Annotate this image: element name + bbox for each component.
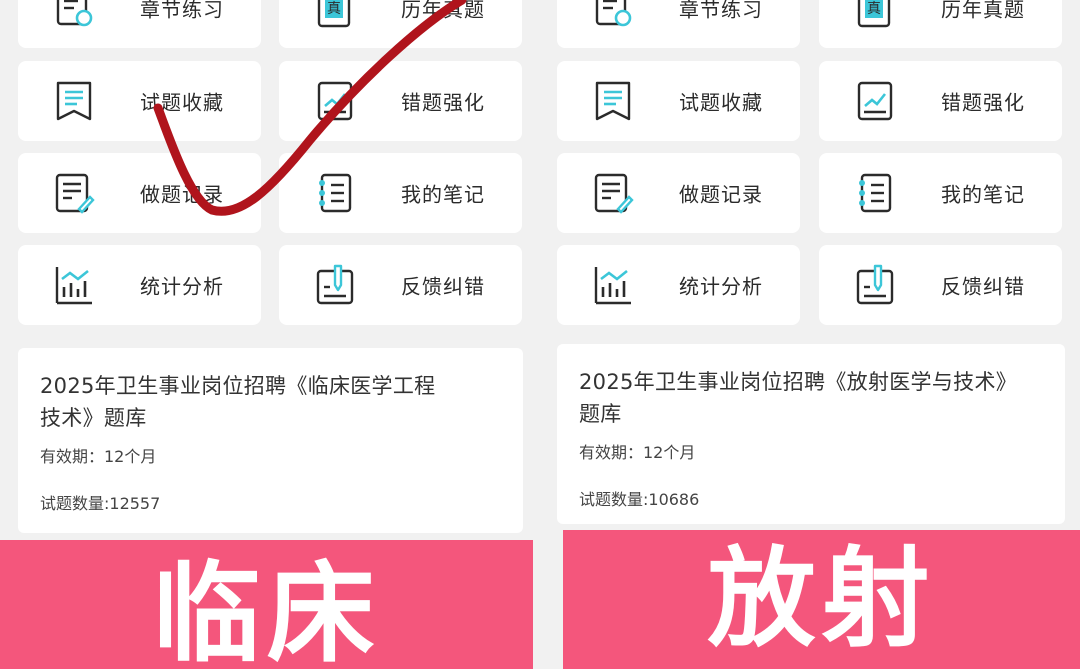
statistics-icon	[55, 267, 92, 305]
tile-mistakes[interactable]: 错题强化	[279, 61, 522, 141]
question-count: 试题数量:12557	[40, 494, 161, 513]
tile-label: 反馈纠错	[941, 274, 1025, 299]
tile-label: 试题收藏	[140, 90, 224, 115]
tile-label: 错题强化	[401, 90, 485, 115]
record-icon	[594, 173, 634, 214]
question-bank-card[interactable]: 2025年卫生事业岗位招聘《临床医学工程技术》题库 有效期：12个月 试题数量:…	[18, 348, 523, 533]
tile-label: 我的笔记	[401, 182, 485, 207]
mistakes-icon	[857, 81, 893, 121]
chapter-practice-icon	[595, 0, 632, 27]
tile-statistics[interactable]: 统计分析	[18, 245, 261, 325]
tile-mistakes[interactable]: 错题强化	[819, 61, 1062, 141]
question-bank-card[interactable]: 2025年卫生事业岗位招聘《放射医学与技术》题库 有效期：12个月 试题数量:1…	[557, 344, 1065, 524]
tile-label: 做题记录	[140, 182, 224, 207]
tile-chapter-practice[interactable]: 章节练习	[557, 0, 800, 48]
tile-favorites[interactable]: 试题收藏	[18, 61, 261, 141]
tile-label: 错题强化	[941, 90, 1025, 115]
tile-label: 章节练习	[679, 0, 763, 22]
tile-past-exams[interactable]: 真 历年真题	[279, 0, 522, 48]
card-title: 2025年卫生事业岗位招聘《临床医学工程技术》题库	[40, 374, 436, 430]
tile-record[interactable]: 做题记录	[557, 153, 800, 233]
tile-label: 我的笔记	[941, 182, 1025, 207]
statistics-icon	[594, 267, 631, 305]
tile-chapter-practice[interactable]: 章节练习	[18, 0, 261, 48]
chapter-practice-icon	[56, 0, 93, 27]
banner-label: 放射	[563, 530, 1080, 669]
tile-record[interactable]: 做题记录	[18, 153, 261, 233]
notes-icon	[859, 173, 892, 213]
right-panel: 章节练习 真 历年真题 试题收藏 错题强化 做题记录 我的笔记 统计分析 反馈纠…	[540, 0, 1080, 669]
tile-label: 章节练习	[140, 0, 224, 22]
record-icon	[55, 173, 95, 214]
tile-label: 反馈纠错	[401, 274, 485, 299]
question-count: 试题数量:10686	[579, 490, 700, 509]
tile-label: 统计分析	[679, 274, 763, 299]
tile-favorites[interactable]: 试题收藏	[557, 61, 800, 141]
tile-feedback[interactable]: 反馈纠错	[279, 245, 522, 325]
past-exams-icon: 真	[857, 0, 891, 28]
tile-label: 历年真题	[401, 0, 485, 22]
tile-feedback[interactable]: 反馈纠错	[819, 245, 1062, 325]
left-panel: 章节练习 真 历年真题 试题收藏 错题强化 做题记录 我的笔记 统计分析 反馈纠…	[0, 0, 540, 669]
validity-text: 有效期：12个月	[40, 447, 157, 466]
tile-notes[interactable]: 我的笔记	[279, 153, 522, 233]
tile-label: 试题收藏	[679, 90, 763, 115]
feedback-icon	[856, 264, 894, 305]
card-title: 2025年卫生事业岗位招聘《放射医学与技术》题库	[579, 370, 1018, 426]
svg-text:真: 真	[327, 1, 341, 17]
tile-notes[interactable]: 我的笔记	[819, 153, 1062, 233]
past-exams-icon: 真	[317, 0, 351, 28]
tile-label: 统计分析	[140, 274, 224, 299]
svg-text:真: 真	[867, 1, 881, 17]
feedback-icon	[316, 264, 354, 305]
tile-label: 做题记录	[679, 182, 763, 207]
mistakes-icon	[317, 81, 353, 121]
tile-past-exams[interactable]: 真 历年真题	[819, 0, 1062, 48]
favorites-icon	[595, 81, 631, 121]
favorites-icon	[56, 81, 92, 121]
validity-text: 有效期：12个月	[579, 443, 696, 462]
banner-label: 临床	[0, 540, 533, 669]
tile-statistics[interactable]: 统计分析	[557, 245, 800, 325]
tile-label: 历年真题	[941, 0, 1025, 22]
notes-icon	[319, 173, 352, 213]
